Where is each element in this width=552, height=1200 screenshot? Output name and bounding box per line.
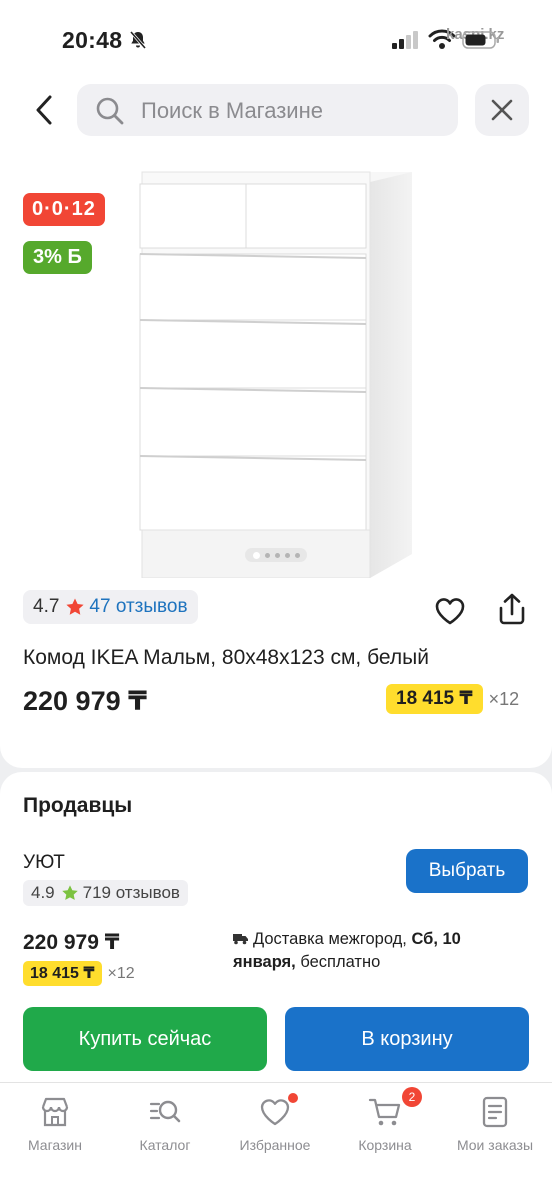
pager-dot: [274, 552, 280, 558]
product-price: 220 979 ₸: [23, 686, 147, 716]
search-placeholder: Поиск в Магазине: [141, 98, 323, 123]
seller-name[interactable]: УЮТ: [23, 852, 65, 874]
buy-now-button[interactable]: Купить сейчас: [23, 1007, 267, 1071]
product-image[interactable]: [136, 168, 416, 578]
favorite-heart-icon[interactable]: [434, 596, 466, 626]
nav-label: Каталог: [139, 1137, 191, 1153]
nav-item-store[interactable]: Магазин: [0, 1095, 110, 1153]
back-button[interactable]: [24, 90, 64, 130]
pager-dot: [284, 552, 290, 558]
product-card: 0·0·12 3% Б 4.7 47 отзывов Комод IKEA Ма…: [0, 148, 552, 768]
nav-item-catalog[interactable]: Каталог: [110, 1095, 220, 1153]
installment-info: 18 415 ₸ ×12: [386, 684, 519, 714]
pager-dot: [252, 551, 260, 559]
image-pager[interactable]: [245, 548, 307, 562]
catalog-search-icon: [149, 1100, 181, 1123]
signal-icon: [392, 31, 418, 49]
product-title: Комод IKEA Мальм, 80x48x123 см, белый: [23, 646, 429, 669]
seller-price: 220 979 ₸: [23, 931, 120, 954]
back-arrow-icon: [36, 95, 52, 125]
bonus-badge: 3% Б: [23, 241, 92, 274]
notification-dot: [288, 1093, 298, 1103]
star-icon: [66, 598, 85, 615]
cart-icon: [368, 1098, 401, 1126]
seller-monthly-term: ×12: [107, 964, 135, 982]
sellers-title: Продавцы: [23, 794, 133, 817]
truck-icon: [233, 934, 248, 945]
monthly-term: ×12: [488, 688, 520, 709]
nav-item-orders[interactable]: Мои заказы: [440, 1095, 550, 1153]
battery-icon: [462, 31, 499, 49]
heart-icon: [260, 1099, 290, 1126]
orders-icon: [482, 1096, 508, 1128]
status-bar: 20:48 kaspi.kz: [0, 0, 552, 78]
sellers-card: Продавцы УЮТ 4.9 719 отзывов Выбрать 220…: [0, 772, 552, 1082]
bottom-nav: Магазин Каталог Избранное 2 Корзина Мои …: [0, 1082, 552, 1200]
status-time: 20:48: [62, 27, 123, 53]
reviews-link[interactable]: 47 отзывов: [89, 596, 187, 618]
search-icon: [96, 97, 124, 125]
rating-value: 4.7: [33, 596, 60, 617]
nav-label: Мои заказы: [456, 1137, 534, 1153]
close-button[interactable]: [475, 84, 529, 136]
seller-rating[interactable]: 4.9 719 отзывов: [23, 880, 188, 906]
seller-rating-value: 4.9: [31, 883, 55, 902]
heart-icon-wrap: [258, 1093, 298, 1129]
store-icon: [41, 1097, 69, 1127]
close-icon: [491, 99, 513, 121]
nav-label: Магазин: [27, 1137, 82, 1153]
choose-seller-button[interactable]: Выбрать: [406, 849, 528, 893]
delivery-prefix: Доставка межгород,: [253, 930, 412, 948]
delivery-info: Доставка межгород, Сб, 10 января, беспла…: [233, 928, 473, 974]
bell-muted-icon: [129, 31, 147, 49]
add-to-cart-button[interactable]: В корзину: [285, 1007, 529, 1071]
nav-item-cart[interactable]: 2 Корзина: [330, 1087, 440, 1153]
seller-reviews: 719 отзывов: [82, 883, 180, 902]
nav-label: Корзина: [358, 1137, 412, 1153]
rating-pill[interactable]: 4.7 47 отзывов: [23, 590, 198, 624]
installment-badge: 0·0·12: [23, 193, 105, 226]
nav-label: Избранное: [239, 1137, 311, 1153]
share-icon[interactable]: [496, 592, 528, 626]
seller-installment-info: 18 415 ₸ ×12: [23, 961, 135, 986]
pager-dot: [264, 552, 270, 558]
monthly-price: 18 415 ₸: [386, 684, 483, 714]
delivery-suffix: бесплатно: [295, 953, 381, 971]
nav-item-favorites[interactable]: Избранное: [220, 1093, 330, 1153]
search-header: Поиск в Магазине: [0, 78, 552, 148]
search-input[interactable]: Поиск в Магазине: [77, 84, 458, 136]
pager-dot: [294, 552, 300, 558]
cart-count-badge: 2: [402, 1087, 422, 1107]
star-icon: [61, 885, 78, 900]
cart-icon-wrap: 2: [368, 1087, 422, 1129]
seller-monthly-price: 18 415 ₸: [23, 961, 102, 986]
